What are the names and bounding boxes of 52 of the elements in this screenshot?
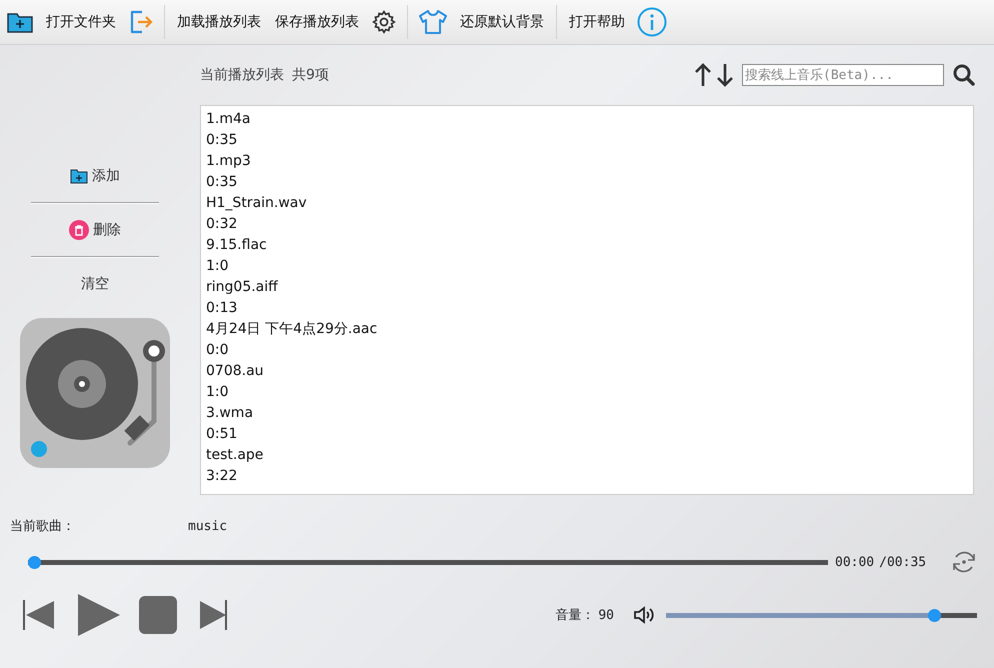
playlist-item[interactable]: 0:32 (206, 214, 968, 235)
speaker-icon[interactable] (632, 603, 656, 627)
sidebar-button[interactable]: 添加 (31, 150, 159, 202)
arrow-up-icon[interactable] (694, 62, 712, 88)
toolbar-button[interactable]: 还原默认背景 (458, 13, 546, 31)
playlist-item[interactable]: 1:0 (206, 382, 968, 403)
door-arrow-icon[interactable] (128, 8, 154, 36)
playlist-item[interactable]: 0:13 (206, 298, 968, 319)
volume-label: 音量： (555, 607, 594, 624)
toolbar-button[interactable]: 加载播放列表 (175, 13, 263, 31)
t-shirt-icon[interactable] (418, 8, 448, 36)
playlist-item[interactable]: 3:22 (206, 466, 968, 487)
elapsed-time: 00:00 (835, 554, 874, 570)
playlist-item[interactable]: test.ape (206, 445, 968, 466)
search-field[interactable]: 搜索线上音乐(Beta)... (742, 64, 944, 86)
previous-icon[interactable] (22, 598, 56, 632)
volume-thumb[interactable] (928, 608, 942, 622)
volume-reading: 90 (598, 608, 614, 622)
playlist-item[interactable]: 0:35 (206, 130, 968, 151)
playlist-item[interactable]: 0:35 (206, 172, 968, 193)
toolbar-button[interactable]: 打开文件夹 (44, 13, 118, 31)
playlist-item[interactable]: ring05.aiff (206, 277, 968, 298)
playlist-item[interactable]: 3.wma (206, 403, 968, 424)
playlist-count: 共9项 (292, 66, 329, 84)
sidebar-button[interactable]: 删除 (31, 204, 159, 256)
current-song-label: 当前歌曲： (10, 518, 76, 535)
toolbar-button[interactable]: 保存播放列表 (273, 13, 361, 31)
playlist-item[interactable]: H1_Strain.wav (206, 193, 968, 214)
settings-icon[interactable] (371, 9, 397, 35)
playlist-item[interactable]: 9.15.flac (206, 235, 968, 256)
play-icon[interactable] (76, 592, 120, 638)
total-time: /00:35 (879, 554, 926, 570)
progress-thumb[interactable] (28, 556, 41, 568)
trash-icon (69, 220, 89, 240)
info-icon[interactable] (637, 7, 667, 37)
arrow-down-icon[interactable] (716, 62, 734, 88)
playlist-item[interactable]: 0708.au (206, 361, 968, 382)
sidebar-button[interactable]: 清空 (31, 258, 159, 310)
search-icon[interactable] (952, 63, 976, 87)
turntable-icon (20, 318, 170, 468)
stop-icon[interactable] (138, 595, 178, 635)
folder-plus-icon (70, 168, 88, 184)
playlist-item[interactable]: 1.mp3 (206, 151, 968, 172)
playlist-title: 当前播放列表 (200, 66, 284, 84)
playlist-item[interactable]: 0:51 (206, 424, 968, 445)
playlist-item[interactable]: 0:0 (206, 340, 968, 361)
current-song-title: music (188, 518, 228, 534)
toolbar-button[interactable]: 打开帮助 (567, 13, 627, 31)
playlist-item[interactable]: 4月24日 下午4点29分.aac (206, 319, 968, 340)
playlist-item[interactable]: 1:0 (206, 256, 968, 277)
playlist-item[interactable]: 1.m4a (206, 109, 968, 130)
next-icon[interactable] (198, 598, 228, 632)
